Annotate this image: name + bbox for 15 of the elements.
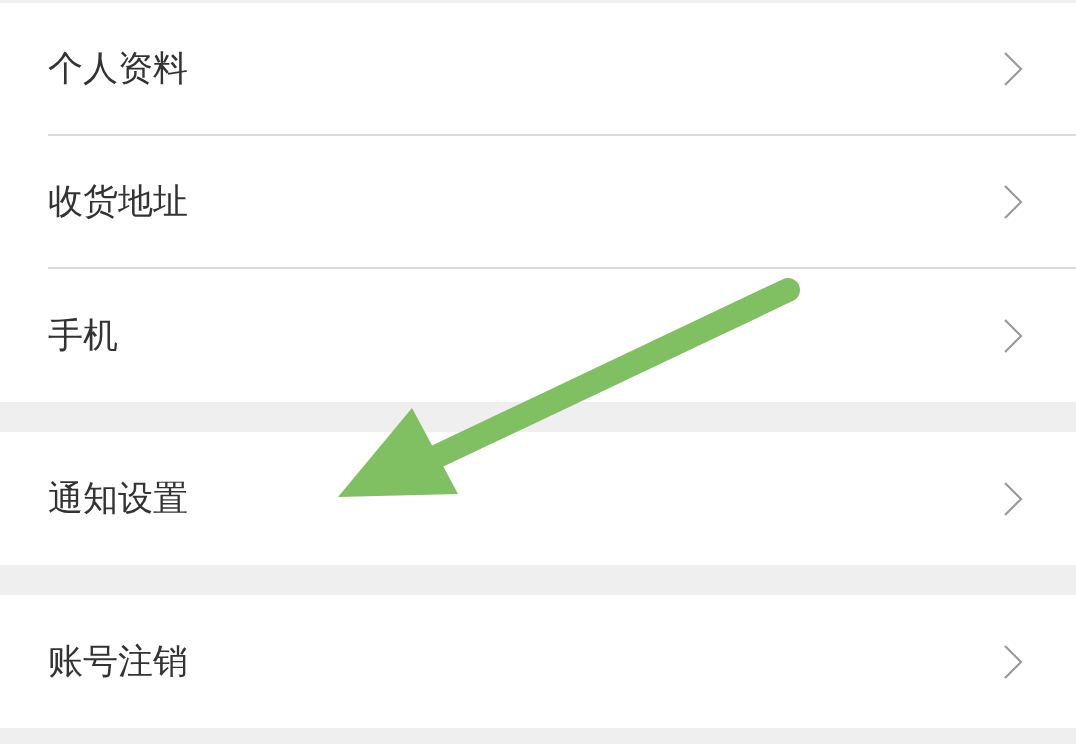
chevron-right-icon (1002, 643, 1024, 680)
chevron-right-icon (1002, 317, 1024, 354)
chevron-right-icon (1002, 183, 1024, 220)
item-label: 账号注销 (48, 640, 188, 683)
item-label: 通知设置 (48, 477, 188, 520)
item-label: 手机 (48, 314, 118, 357)
settings-item[interactable]: 手机 (0, 269, 1076, 402)
item-label: 个人资料 (48, 47, 188, 90)
settings-item[interactable]: 账号注销 (0, 595, 1076, 728)
settings-item[interactable]: 通知设置 (0, 432, 1076, 565)
chevron-right-icon (1002, 480, 1024, 517)
settings-item[interactable]: 收货地址 (0, 136, 1076, 269)
chevron-right-icon (1002, 50, 1024, 87)
settings-item[interactable]: 个人资料 (0, 3, 1076, 136)
item-label: 收货地址 (48, 180, 188, 223)
